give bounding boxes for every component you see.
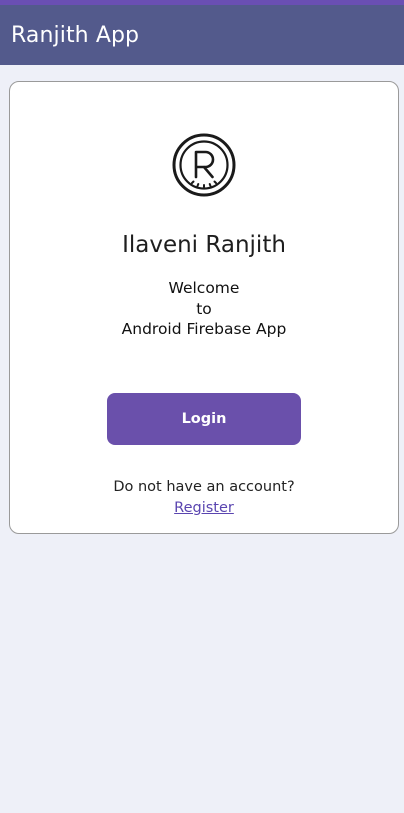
r-monogram-logo-icon xyxy=(172,133,236,197)
register-link[interactable]: Register xyxy=(174,500,234,516)
welcome-message: Welcome to Android Firebase App xyxy=(10,278,398,340)
welcome-line: to xyxy=(196,299,212,318)
app-title: Ranjith App xyxy=(11,22,140,48)
account-prompt: Do not have an account? xyxy=(113,479,295,495)
app-bar: Ranjith App xyxy=(0,5,404,65)
login-button[interactable]: Login xyxy=(107,393,301,445)
register-link-row: Register xyxy=(10,500,398,516)
welcome-line: Welcome xyxy=(168,279,240,297)
user-name: Ilaveni Ranjith xyxy=(122,232,286,258)
welcome-line: Android Firebase App xyxy=(121,320,287,338)
login-card: Ilaveni Ranjith Welcome to Android Fireb… xyxy=(9,81,399,534)
